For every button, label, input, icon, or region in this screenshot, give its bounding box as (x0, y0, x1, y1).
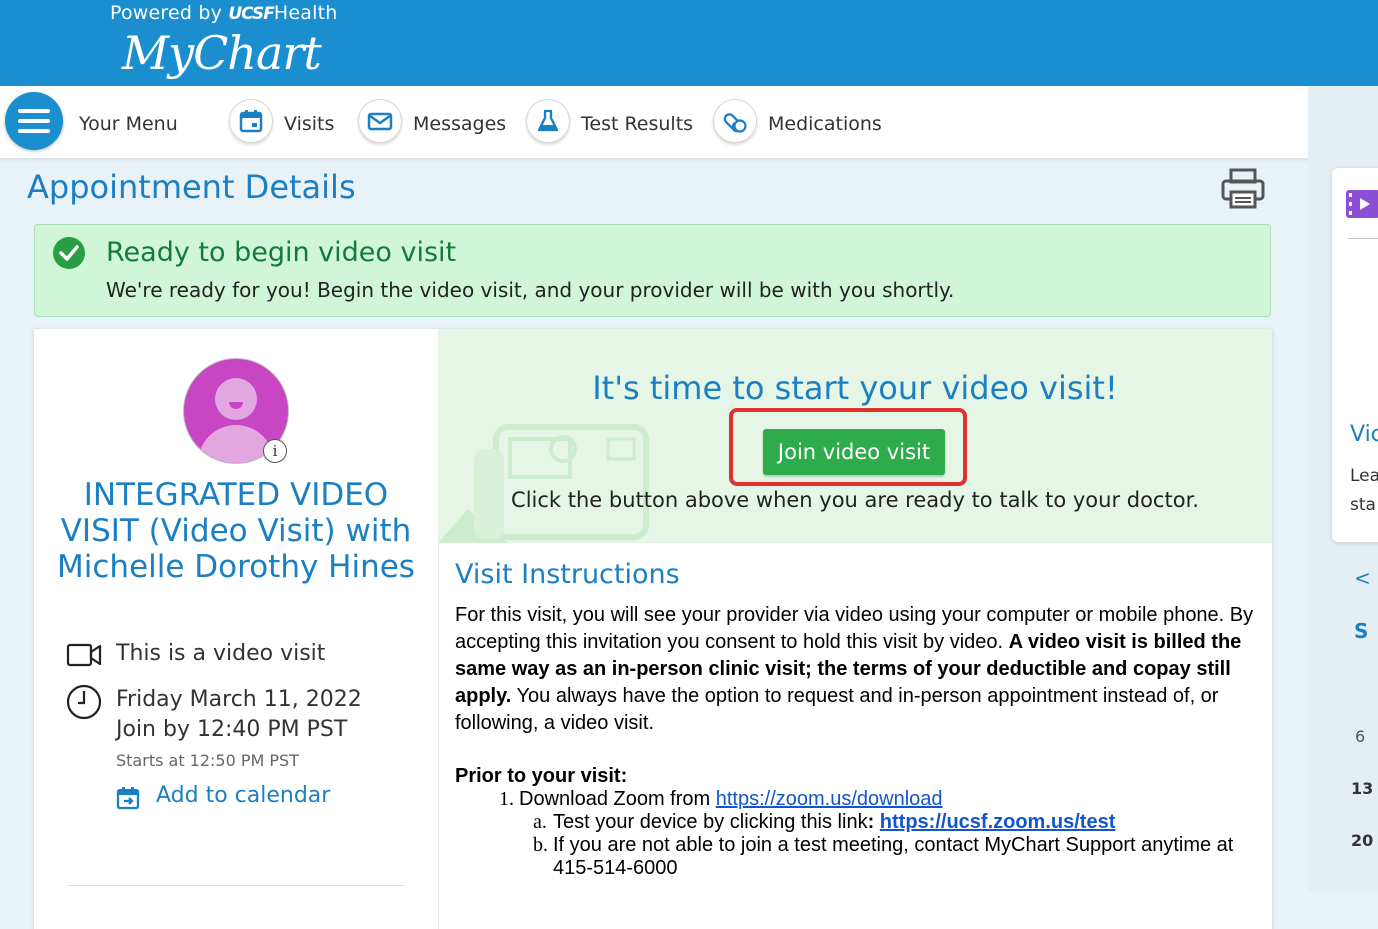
steps-list: 1. Download Zoom from https://zoom.us/do… (455, 788, 1270, 880)
powered-by-text: Powered by UCSFHealth (110, 2, 338, 24)
list-item: a. Test your device by clicking this lin… (533, 811, 1270, 834)
nav-messages-label: Messages (413, 113, 507, 135)
sidebar-card-text: Lea (1350, 466, 1378, 486)
avatar-head (215, 378, 257, 420)
start-time: Starts at 12:50 PM PST (116, 751, 299, 770)
join-video-visit-button[interactable]: Join video visit (763, 429, 945, 475)
list-item: b. If you are not able to join a test me… (533, 834, 1270, 880)
step-letter: a. (533, 811, 547, 833)
info-icon[interactable]: i (263, 439, 287, 463)
pills-icon (713, 99, 757, 143)
video-visit-panel: It's time to start your video visit! Joi… (438, 329, 1272, 543)
calendar-day[interactable]: 13 (1351, 779, 1373, 798)
ucsf-brand: UCSF (228, 4, 275, 24)
step-number: 1. (499, 788, 514, 810)
step-text: Download Zoom from (519, 788, 716, 810)
sidebar-video-card[interactable]: Vic Lea sta (1332, 168, 1378, 542)
appointment-summary-panel: i INTEGRATED VIDEO VISIT (Video Visit) w… (34, 329, 439, 929)
sub-steps-list: a. Test your device by clicking this lin… (519, 811, 1270, 880)
visit-instructions: Visit Instructions For this visit, you w… (455, 559, 1270, 880)
print-icon[interactable] (1220, 168, 1266, 214)
calendar-icon (229, 99, 273, 143)
instructions-text: You always have the option to request an… (455, 685, 1219, 734)
prior-heading: Prior to your visit: (455, 765, 628, 787)
video-camera-icon (66, 643, 102, 671)
flask-icon (526, 99, 570, 143)
powered-prefix: Powered by (110, 2, 223, 24)
video-tile-icon (1346, 190, 1378, 218)
video-heading: It's time to start your video visit! (592, 369, 1118, 407)
sidebar-card-text: sta (1350, 495, 1376, 515)
top-header: Powered by UCSFHealth MyChart (0, 0, 1378, 86)
nav-medications-label: Medications (768, 113, 882, 135)
zoom-download-link[interactable]: https://zoom.us/download (716, 788, 943, 810)
clock-icon (66, 684, 102, 724)
calendar-day-header: S (1354, 619, 1369, 643)
instructions-paragraph: For this visit, you will see your provid… (455, 602, 1270, 737)
avatar-mouth (229, 402, 243, 409)
list-item: 1. Download Zoom from https://zoom.us/do… (499, 788, 1270, 880)
hamburger-icon-bar (18, 119, 50, 123)
calendar-day[interactable]: 20 (1351, 831, 1373, 850)
your-menu-label[interactable]: Your Menu (79, 113, 178, 135)
hamburger-icon-bar (18, 129, 50, 133)
visit-title: INTEGRATED VIDEO VISIT (Video Visit) wit… (57, 477, 415, 585)
step-text: Test your device by clicking this link (553, 811, 868, 833)
banner-title: Ready to begin video visit (106, 237, 457, 268)
hamburger-icon (18, 109, 50, 113)
calendar-day[interactable]: 6 (1355, 727, 1365, 746)
add-to-calendar-label: Add to calendar (156, 783, 331, 808)
nav-test-results-label: Test Results (581, 113, 694, 135)
step-letter: b. (533, 834, 548, 856)
visit-date: Friday March 11, 2022 (116, 687, 362, 712)
calendar-prev-button[interactable]: < (1354, 566, 1371, 590)
powered-suffix: Health (273, 2, 338, 24)
sidebar-card-title: Vic (1350, 422, 1378, 447)
hamburger-menu-button[interactable] (5, 92, 63, 150)
zoom-test-link[interactable]: https://ucsf.zoom.us/test (880, 811, 1116, 833)
mychart-logo[interactable]: MyChart (122, 26, 322, 80)
checkmark-icon (53, 237, 85, 269)
join-by-time: Join by 12:40 PM PST (116, 717, 348, 742)
menu-bar: Your Menu Visits Messages Test Results M… (0, 86, 1308, 158)
card-divider (1348, 238, 1378, 239)
visit-type-text: This is a video visit (116, 641, 326, 666)
step-text: If you are not able to join a test meeti… (553, 834, 1234, 879)
nav-visits-label: Visits (284, 113, 335, 135)
ready-banner: Ready to begin video visit We're ready f… (34, 224, 1271, 317)
video-illustration (438, 424, 649, 543)
page-title: Appointment Details (27, 168, 356, 206)
step-colon: : (867, 811, 880, 833)
calendar-add-icon (116, 787, 140, 810)
envelope-icon (358, 99, 402, 143)
video-subtext: Click the button above when you are read… (511, 488, 1199, 512)
banner-text: We're ready for you! Begin the video vis… (106, 278, 955, 302)
instructions-title: Visit Instructions (455, 559, 680, 590)
avatar-body (198, 425, 274, 463)
instructions-body: For this visit, you will see your provid… (455, 602, 1270, 880)
divider (68, 885, 404, 886)
